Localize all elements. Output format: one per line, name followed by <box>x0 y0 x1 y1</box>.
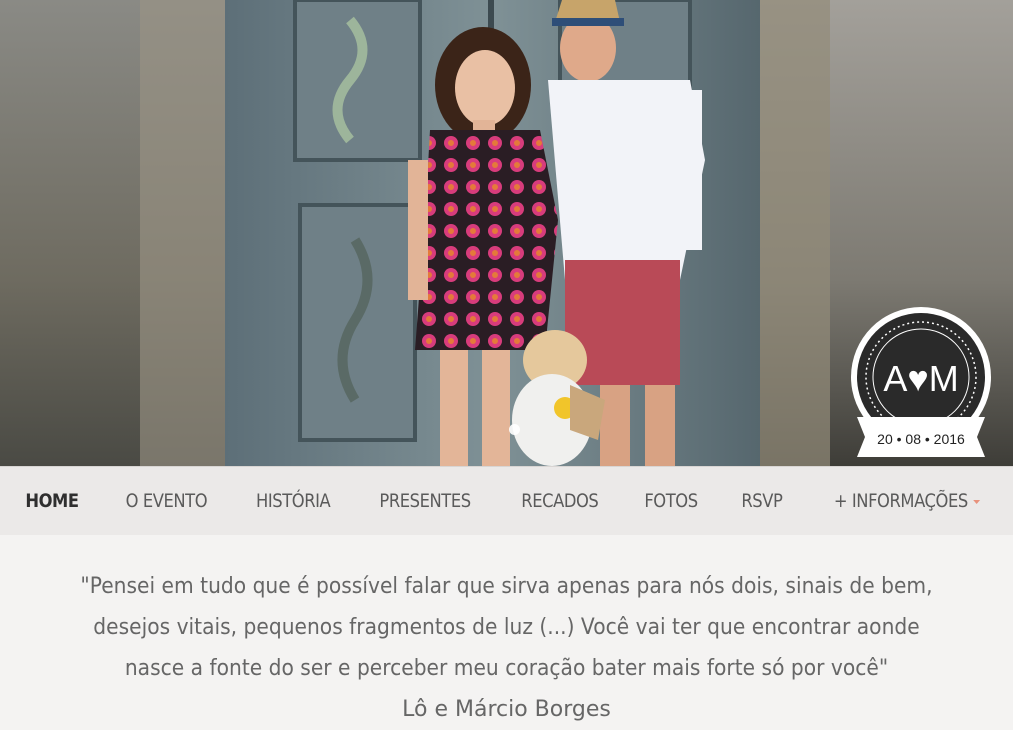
nav-mais-informacoes[interactable]: + INFORMAÇÕES <box>818 490 995 512</box>
quote-author: Lô e Márcio Borges <box>402 697 611 722</box>
dropdown-caret-icon <box>972 499 980 504</box>
main-navigation: HOME O EVENTO HISTÓRIA PRESENTES RECADOS… <box>0 466 1013 535</box>
quote-section: "Pensei em tudo que é possível falar que… <box>40 566 973 730</box>
nav-presentes[interactable]: PRESENTES <box>364 490 486 512</box>
nav-historia[interactable]: HISTÓRIA <box>241 490 346 512</box>
nav-home[interactable]: HOME <box>10 490 94 512</box>
svg-text:20 • 08 • 2016: 20 • 08 • 2016 <box>877 431 965 447</box>
nav-recados[interactable]: RECADOS <box>505 490 613 512</box>
wedding-monogram-logo: A♥M 20 • 08 • 2016 <box>851 307 991 457</box>
hero-banner: A♥M 20 • 08 • 2016 <box>0 0 1013 466</box>
nav-rsvp[interactable]: RSVP <box>726 490 798 512</box>
nav-mais-informacoes-label: + INFORMAÇÕES <box>833 490 968 512</box>
nav-o-evento[interactable]: O EVENTO <box>110 490 222 512</box>
carousel-dot-1[interactable] <box>509 424 520 435</box>
quote-text: "Pensei em tudo que é possível falar que… <box>80 574 933 681</box>
svg-text:A♥M: A♥M <box>883 358 958 399</box>
nav-fotos[interactable]: FOTOS <box>629 490 713 512</box>
